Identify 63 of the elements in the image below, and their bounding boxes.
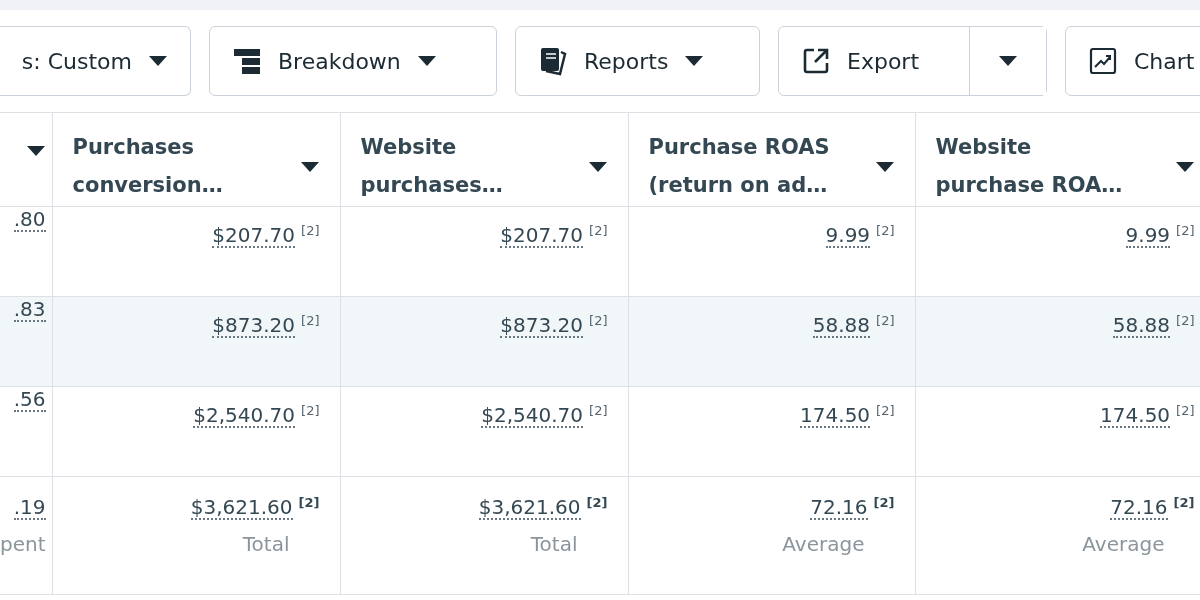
cell-value[interactable]: 58.88 bbox=[812, 314, 871, 338]
total-caption: Total bbox=[529, 532, 578, 556]
total-value[interactable]: $3,621.60 bbox=[478, 496, 581, 520]
caret-icon bbox=[416, 55, 437, 67]
footnote-mark: [2] bbox=[1176, 223, 1195, 238]
cell-value[interactable]: 9.99 bbox=[825, 224, 871, 248]
sort-caret-icon bbox=[25, 145, 46, 157]
total-caption: Total bbox=[241, 532, 290, 556]
cell-value[interactable]: $2,540.70 bbox=[481, 404, 584, 428]
line-chart-icon bbox=[1088, 46, 1118, 76]
total-value[interactable]: 72.16 bbox=[810, 496, 868, 520]
cell-value[interactable]: $207.70 bbox=[500, 224, 584, 248]
footnote-mark: [2] bbox=[298, 495, 320, 510]
footnote-mark: [2] bbox=[301, 223, 320, 238]
cell-value[interactable]: 174.50 bbox=[800, 404, 871, 428]
footnote-mark: [2] bbox=[876, 313, 895, 328]
sort-caret-icon bbox=[299, 161, 320, 173]
caret-icon bbox=[684, 55, 705, 67]
sort-caret-icon bbox=[874, 161, 895, 173]
caret-icon bbox=[998, 55, 1018, 67]
rows-icon bbox=[232, 46, 262, 76]
cell-value: .83 bbox=[13, 298, 46, 322]
cell-value: .56 bbox=[13, 388, 46, 412]
column-header[interactable]: Purchases conversion… bbox=[72, 129, 223, 205]
sort-caret-icon bbox=[587, 161, 608, 173]
total-value: .19 bbox=[13, 496, 46, 520]
total-value[interactable]: 72.16 bbox=[1110, 496, 1168, 520]
footnote-mark: [2] bbox=[1176, 313, 1195, 328]
total-caption: Average bbox=[781, 532, 865, 556]
footnote-mark: [2] bbox=[589, 313, 608, 328]
cell-value[interactable]: 174.50 bbox=[1100, 404, 1171, 428]
cell-value: .80 bbox=[13, 208, 46, 232]
cell-value[interactable]: $2,540.70 bbox=[193, 404, 296, 428]
column-header[interactable]: Website purchases… bbox=[360, 129, 503, 205]
total-value[interactable]: $3,621.60 bbox=[190, 496, 293, 520]
dropdown-button[interactable]: Reports bbox=[515, 26, 760, 96]
footnote-mark: [2] bbox=[876, 403, 895, 418]
caret-icon bbox=[148, 55, 168, 67]
cell-value[interactable]: 9.99 bbox=[1125, 224, 1171, 248]
footnote-mark: [2] bbox=[586, 495, 608, 510]
footnote-mark: [2] bbox=[589, 223, 608, 238]
cell-value[interactable]: 58.88 bbox=[1112, 314, 1171, 338]
footnote-mark: [2] bbox=[301, 313, 320, 328]
cell-value[interactable]: $873.20 bbox=[500, 314, 584, 338]
sort-caret-icon bbox=[1174, 161, 1195, 173]
footnote-mark: [2] bbox=[1176, 403, 1195, 418]
more-button[interactable] bbox=[969, 27, 1046, 95]
total-caption: pent bbox=[0, 532, 46, 556]
footnote-mark: [2] bbox=[876, 223, 895, 238]
column-header[interactable]: Purchase ROAS (return on ad… bbox=[648, 129, 830, 205]
column-header[interactable]: Website purchase ROA… bbox=[935, 129, 1123, 205]
footnote-mark: [2] bbox=[301, 403, 320, 418]
report-pages-icon bbox=[538, 46, 568, 76]
cell-value[interactable]: $207.70 bbox=[212, 224, 296, 248]
footnote-mark: [2] bbox=[589, 403, 608, 418]
export-icon bbox=[801, 46, 831, 76]
total-caption: Average bbox=[1081, 532, 1165, 556]
footnote-mark: [2] bbox=[873, 495, 895, 510]
dropdown-button[interactable]: Breakdown bbox=[209, 26, 497, 96]
chart-button[interactable]: Chart bbox=[1065, 26, 1200, 96]
cell-value[interactable]: $873.20 bbox=[212, 314, 296, 338]
dropdown-button[interactable]: s: Custom bbox=[0, 26, 191, 96]
footnote-mark: [2] bbox=[1173, 495, 1195, 510]
